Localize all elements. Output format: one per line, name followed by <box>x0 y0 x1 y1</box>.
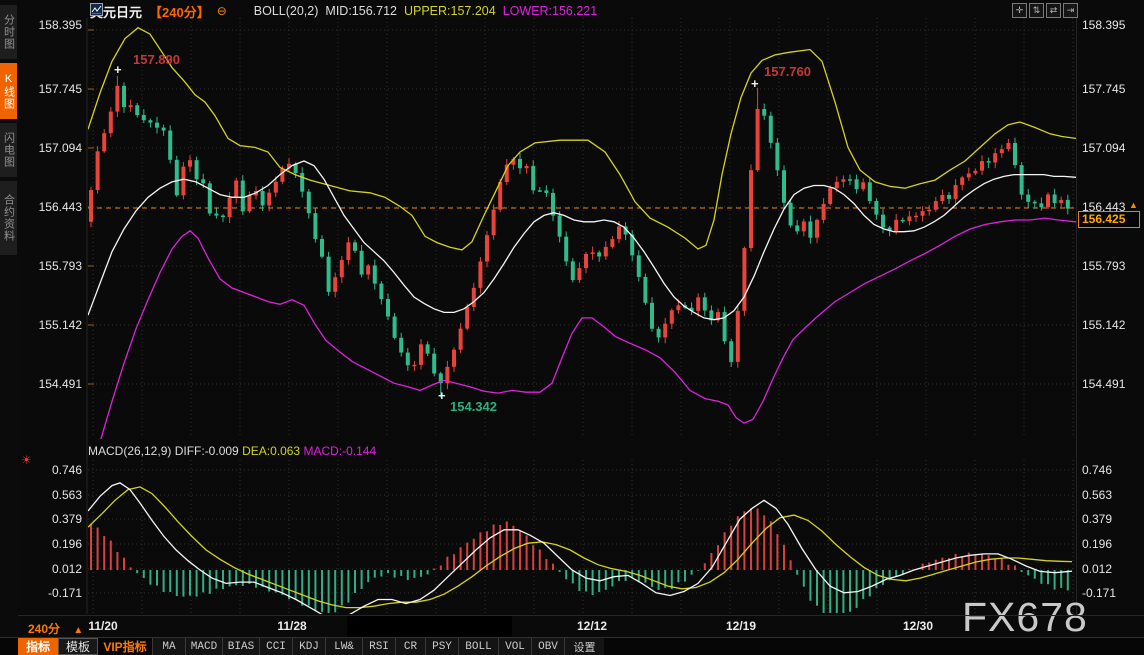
macd-dea-value: DEA:0.063 <box>242 444 300 458</box>
sidebar-tab-分时图[interactable]: 分时图 <box>0 5 17 59</box>
axis-label: 158.395 <box>1082 18 1142 32</box>
axis-label: 155.142 <box>1082 318 1142 332</box>
period-selector[interactable]: 240分 ▲ <box>28 620 83 637</box>
axis-label: 0.012 <box>1082 562 1142 576</box>
current-price-tag: 156.425 <box>1078 211 1140 228</box>
export-icon[interactable]: ⇥ <box>1063 3 1078 18</box>
redaction-box <box>347 616 512 637</box>
date-label: 12/12 <box>577 619 607 633</box>
axis-label: 158.395 <box>20 18 82 32</box>
toolbar-button-VOL[interactable]: VOL <box>498 638 531 655</box>
axis-label: 157.094 <box>20 141 82 155</box>
toolbar-button-BIAS[interactable]: BIAS <box>222 638 259 655</box>
collapse-icon[interactable]: ⊖ <box>217 4 227 18</box>
axis-label: 157.745 <box>20 82 82 96</box>
axis-label: 156.443 <box>20 200 82 214</box>
axis-label: 154.491 <box>1082 377 1142 391</box>
marker-cross-icon: + <box>438 388 446 403</box>
toolbar-button-OBV[interactable]: OBV <box>531 638 564 655</box>
axis-label: 0.379 <box>1082 512 1142 526</box>
axis-label: -0.171 <box>1082 586 1142 600</box>
axis-label: 0.379 <box>20 512 82 526</box>
toolbar-button-VIP指标[interactable]: VIP指标 <box>98 638 152 655</box>
indicator-chart-icon <box>234 5 247 18</box>
macd-diff-value: MACD(26,12,9) DIFF:-0.009 <box>88 444 239 458</box>
marker-cross-icon: + <box>751 76 759 91</box>
toolbar-button-设置[interactable]: 设置 <box>564 638 604 655</box>
toolbar-button-BOLL[interactable]: BOLL <box>458 638 498 655</box>
axis-label: 0.196 <box>1082 537 1142 551</box>
date-label: 12/30 <box>903 619 933 633</box>
price-marker-label: 157.760 <box>764 64 811 79</box>
boll-upper-value: UPPER:157.204 <box>404 4 496 18</box>
toolbar-button-RSI[interactable]: RSI <box>362 638 395 655</box>
price-marker-label: 154.342 <box>450 399 497 414</box>
sidebar-tab-合约资料[interactable]: 合约资料 <box>0 181 17 255</box>
crosshair-icon[interactable]: ✛ <box>1012 3 1027 18</box>
chart-tools-group: ✛⇅⇄⇥ <box>1012 3 1078 18</box>
marker-cross-icon: + <box>114 62 122 77</box>
price-alert-arrow-icon: ▲ <box>1129 200 1138 210</box>
sidebar-tab-闪电图[interactable]: 闪电图 <box>0 123 17 177</box>
fx678-watermark: FX678 <box>962 594 1088 641</box>
toolbar-button-MACD[interactable]: MACD <box>185 638 222 655</box>
toolbar-button-指标[interactable]: 指标 <box>18 638 58 655</box>
toolbar-button-LW&[interactable]: LW& <box>325 638 362 655</box>
toolbar-button-PSY[interactable]: PSY <box>425 638 458 655</box>
indicator-toolbar: 指标模板VIP指标MAMACDBIASCCIKDJLW&RSICRPSYBOLL… <box>0 637 1144 655</box>
chart-app-window: FX678 分时图 K线图闪电图合约资料 美元日元 【240分】 ⊖ BOLL(2… <box>0 0 1144 655</box>
axis-label: 0.563 <box>1082 488 1142 502</box>
axis-label: 154.491 <box>20 377 82 391</box>
date-label: 11/20 <box>88 619 117 633</box>
axis-label: 155.793 <box>20 259 82 273</box>
axis-label: 0.196 <box>20 537 82 551</box>
chart-header: 美元日元 【240分】 ⊖ BOLL(20,2) MID:156.712 UPP… <box>90 3 597 19</box>
axis-divider <box>0 615 1144 616</box>
axis-label: -0.171 <box>20 586 82 600</box>
period-label[interactable]: 【240分】 <box>149 2 210 21</box>
axis-label: 0.746 <box>1082 463 1142 477</box>
chart-type-sidebar: 分时图 K线图闪电图合约资料 <box>0 0 18 655</box>
axis-label: 157.745 <box>1082 82 1142 96</box>
period-selector-label: 240分 <box>28 622 60 636</box>
boll-lower-value: LOWER:156.221 <box>503 4 598 18</box>
boll-label: BOLL(20,2) <box>254 4 319 18</box>
period-up-arrow-icon: ▲ <box>73 625 83 636</box>
price-marker-label: 157.890 <box>133 52 180 67</box>
hot-indicator-icon: ☀ <box>21 453 32 467</box>
macd-hist-value: MACD:-0.144 <box>303 444 376 458</box>
toolbar-button-MA[interactable]: MA <box>152 638 185 655</box>
axis-label: 157.094 <box>1082 141 1142 155</box>
toolbar-button-CCI[interactable]: CCI <box>259 638 292 655</box>
sidebar-tab-active-K线图[interactable]: K线图 <box>0 63 17 119</box>
date-label: 12/19 <box>726 619 756 633</box>
fit-x-axis-icon[interactable]: ⇄ <box>1046 3 1061 18</box>
axis-label: 0.012 <box>20 562 82 576</box>
axis-label: 155.142 <box>20 318 82 332</box>
axis-label: 0.563 <box>20 488 82 502</box>
macd-header: MACD(26,12,9) DIFF:-0.009 DEA:0.063 MACD… <box>88 444 376 458</box>
chart-canvas[interactable] <box>0 0 1144 655</box>
toolbar-button-CR[interactable]: CR <box>395 638 425 655</box>
toolbar-button-KDJ[interactable]: KDJ <box>292 638 325 655</box>
boll-mid-value: MID:156.712 <box>325 4 397 18</box>
toolbar-button-模板[interactable]: 模板 <box>58 638 98 655</box>
fit-y-axis-icon[interactable]: ⇅ <box>1029 3 1044 18</box>
axis-label: 155.793 <box>1082 259 1142 273</box>
date-label: 11/28 <box>277 619 306 633</box>
